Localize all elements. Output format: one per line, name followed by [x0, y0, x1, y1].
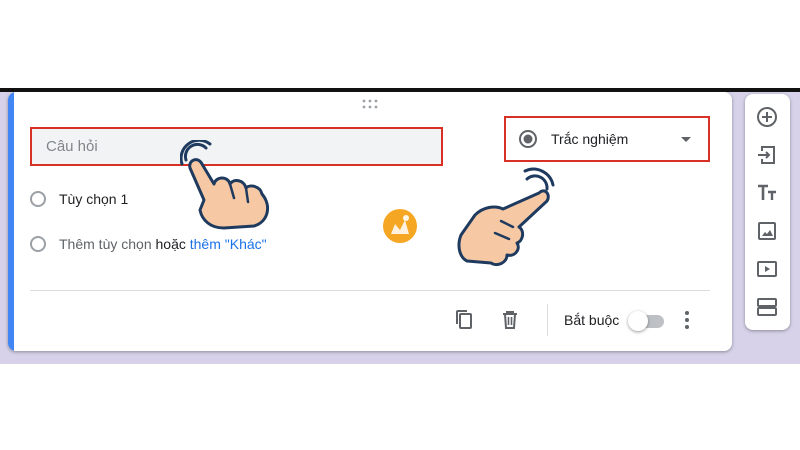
question-card[interactable]: Trắc nghiệm Tùy chọn 1 Thêm tùy chọn hoặ… [8, 92, 732, 351]
side-toolbar [745, 94, 790, 330]
active-card-accent [8, 92, 14, 351]
add-option-row: Thêm tùy chọn hoặc thêm "Khác" [30, 234, 330, 258]
question-type-dropdown[interactable]: Trắc nghiệm [504, 116, 710, 162]
copy-icon[interactable] [452, 308, 476, 332]
section-icon[interactable] [755, 295, 779, 319]
radio-button-checked-icon [519, 130, 537, 148]
required-label: Bắt buộc [564, 312, 620, 328]
radio-button-icon [30, 236, 46, 252]
add-circle-icon[interactable] [755, 105, 779, 129]
chevron-down-icon [681, 137, 691, 142]
required-toggle[interactable] [628, 311, 666, 331]
image-icon[interactable] [755, 219, 779, 243]
watermark-logo [383, 209, 417, 243]
add-other-button[interactable]: thêm "Khác" [190, 236, 267, 252]
video-icon[interactable] [755, 257, 779, 281]
card-divider [30, 290, 710, 291]
question-type-label: Trắc nghiệm [551, 131, 629, 147]
footer-separator [547, 304, 548, 336]
title-text-icon[interactable] [755, 181, 779, 205]
add-option-line: Thêm tùy chọn hoặc thêm "Khác" [59, 236, 267, 252]
trash-icon[interactable] [498, 308, 522, 332]
add-option-button[interactable]: Thêm tùy chọn [59, 236, 152, 252]
import-icon[interactable] [755, 143, 779, 167]
option-label[interactable]: Tùy chọn 1 [59, 191, 128, 207]
toggle-thumb [628, 311, 648, 331]
or-text: hoặc [155, 236, 186, 252]
more-vert-icon[interactable] [675, 308, 699, 332]
radio-button-icon [30, 191, 46, 207]
drag-handle-icon[interactable] [362, 99, 378, 109]
pointing-hand-icon [457, 167, 555, 267]
pointing-hand-icon [180, 140, 270, 230]
